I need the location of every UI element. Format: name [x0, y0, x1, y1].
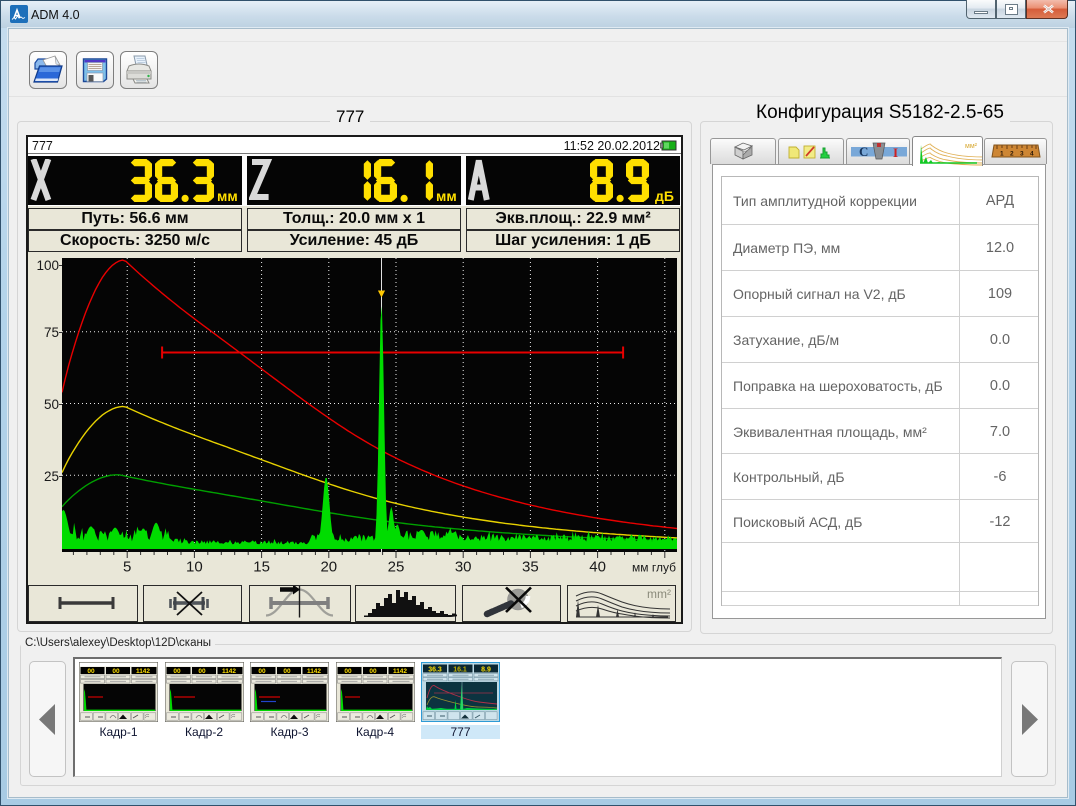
- svg-text:00: 00: [198, 668, 206, 675]
- svg-text:1142: 1142: [221, 668, 235, 675]
- svg-text:5: 5: [123, 559, 131, 576]
- svg-text:I: I: [893, 145, 898, 160]
- svg-text:1142: 1142: [392, 668, 406, 675]
- svg-text:40: 40: [589, 559, 606, 576]
- svg-text:00: 00: [283, 668, 291, 675]
- svg-text:00: 00: [173, 668, 181, 675]
- svg-text:15: 15: [253, 559, 270, 576]
- svg-text:36.3: 36.3: [428, 667, 442, 674]
- svg-text:00: 00: [258, 668, 266, 675]
- svg-text:16.1: 16.1: [453, 667, 467, 674]
- svg-text:20: 20: [320, 559, 337, 576]
- svg-text:2: 2: [1010, 151, 1014, 158]
- svg-text:25: 25: [388, 559, 405, 576]
- svg-text:C: C: [859, 144, 868, 159]
- svg-text:мм глуб: мм глуб: [632, 561, 676, 575]
- svg-text:30: 30: [455, 559, 472, 576]
- svg-text:мм²: мм²: [965, 143, 978, 150]
- svg-text:1: 1: [1000, 151, 1004, 158]
- svg-text:35: 35: [522, 559, 539, 576]
- svg-text:10: 10: [186, 559, 203, 576]
- svg-text:00: 00: [87, 668, 95, 675]
- svg-text:3: 3: [1020, 151, 1024, 158]
- svg-text:00: 00: [369, 668, 377, 675]
- svg-text:8.9: 8.9: [481, 667, 491, 674]
- svg-text:4: 4: [1030, 151, 1034, 158]
- svg-text:00: 00: [344, 668, 352, 675]
- svg-text:1142: 1142: [307, 668, 321, 675]
- svg-text:00: 00: [112, 668, 120, 675]
- svg-text:mm²: mm²: [647, 587, 671, 601]
- svg-text:1142: 1142: [136, 668, 150, 675]
